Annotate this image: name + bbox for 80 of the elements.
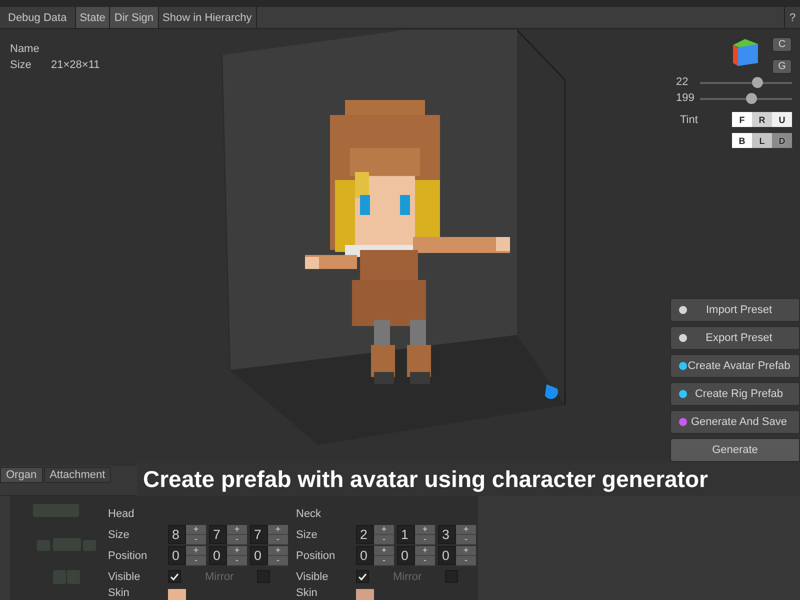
decrement-button[interactable]: - — [456, 534, 476, 544]
number-field[interactable]: 0 — [168, 546, 186, 564]
number-field[interactable]: 7 — [209, 524, 227, 544]
toolbar-toggle[interactable]: Dir Sign — [110, 7, 159, 28]
increment-button[interactable]: + — [186, 524, 206, 534]
action-button[interactable]: Create Avatar Prefab — [670, 354, 800, 378]
increment-button[interactable]: + — [456, 546, 476, 556]
part-title: Neck — [296, 508, 322, 520]
decrement-button[interactable]: - — [268, 556, 288, 566]
decrement-button[interactable]: - — [186, 534, 206, 544]
name-label: Name — [10, 43, 40, 55]
slider-thumb[interactable] — [752, 76, 764, 88]
number-field[interactable]: 0 — [397, 546, 415, 564]
generate-button[interactable]: Generate — [670, 438, 800, 462]
tint-toggle[interactable]: U — [772, 112, 792, 127]
decrement-button[interactable]: - — [186, 556, 206, 566]
decrement-button[interactable]: - — [374, 556, 394, 566]
position-label: Position — [296, 550, 336, 562]
tab[interactable]: Organ — [0, 467, 43, 483]
increment-button[interactable]: + — [186, 546, 206, 556]
increment-button[interactable]: + — [456, 524, 476, 534]
decrement-button[interactable]: - — [415, 534, 435, 544]
number-field[interactable]: 2 — [356, 524, 374, 544]
cube-icon — [732, 37, 760, 67]
visible-checkbox[interactable] — [356, 570, 369, 583]
toolbar-toggle[interactable]: State — [76, 7, 110, 28]
size-value: 21×28×11 — [51, 59, 101, 71]
slider-value: 199 — [676, 92, 696, 104]
increment-button[interactable]: + — [227, 546, 247, 556]
decrement-button[interactable]: - — [415, 556, 435, 566]
number-field[interactable]: 0 — [209, 546, 227, 564]
number-field[interactable]: 0 — [250, 546, 268, 564]
increment-button[interactable]: + — [268, 546, 288, 556]
tint-toggle[interactable]: L — [752, 133, 772, 148]
marker-icon — [544, 384, 558, 399]
increment-button[interactable]: + — [374, 546, 394, 556]
increment-button[interactable]: + — [374, 524, 394, 534]
size-label: Size — [10, 59, 32, 71]
tint-toggle[interactable]: B — [732, 133, 752, 148]
visible-label: Visible — [108, 570, 142, 582]
skin-label: Skin — [296, 587, 318, 599]
tint-toggle[interactable]: F — [732, 112, 752, 127]
increment-button[interactable]: + — [415, 546, 435, 556]
action-button[interactable]: Import Preset — [670, 298, 800, 322]
number-field[interactable]: 7 — [250, 524, 268, 544]
increment-button[interactable]: + — [227, 524, 247, 534]
skin-label: Skin — [108, 587, 130, 599]
slider-value: 22 — [676, 76, 690, 88]
action-button[interactable]: Export Preset — [670, 326, 800, 350]
view-toggle-button[interactable]: G — [772, 59, 792, 74]
position-label: Position — [108, 550, 148, 562]
decrement-button[interactable]: - — [456, 556, 476, 566]
mirror-label: Mirror — [393, 570, 423, 582]
number-field[interactable]: 1 — [397, 524, 415, 544]
increment-button[interactable]: + — [415, 524, 435, 534]
number-field[interactable]: 0 — [356, 546, 374, 564]
decrement-button[interactable]: - — [374, 534, 394, 544]
visible-checkbox[interactable] — [168, 570, 181, 583]
part-title: Head — [108, 508, 136, 520]
size-label: Size — [296, 528, 318, 540]
size-label: Size — [108, 528, 130, 540]
tint-toggle[interactable]: D — [772, 133, 792, 148]
slider-thumb[interactable] — [746, 92, 757, 104]
increment-button[interactable]: + — [268, 524, 288, 534]
tint-label: Tint — [680, 113, 699, 128]
decrement-button[interactable]: - — [227, 534, 247, 544]
action-button[interactable]: Generate And Save — [670, 410, 800, 434]
decrement-button[interactable]: - — [268, 534, 288, 544]
skin-color-swatch[interactable] — [356, 589, 374, 600]
number-field[interactable]: 3 — [438, 524, 456, 544]
tint-toggle[interactable]: R — [752, 112, 772, 127]
number-field[interactable]: 8 — [168, 524, 186, 544]
visible-label: Visible — [296, 570, 330, 582]
tab[interactable]: Attachment — [44, 467, 112, 483]
action-button[interactable]: Create Rig Prefab — [670, 382, 800, 406]
mirror-label: Mirror — [205, 570, 235, 582]
number-field[interactable]: 0 — [438, 546, 456, 564]
view-toggle-button[interactable]: C — [772, 37, 792, 52]
skin-color-swatch[interactable] — [168, 589, 186, 600]
decrement-button[interactable]: - — [227, 556, 247, 566]
